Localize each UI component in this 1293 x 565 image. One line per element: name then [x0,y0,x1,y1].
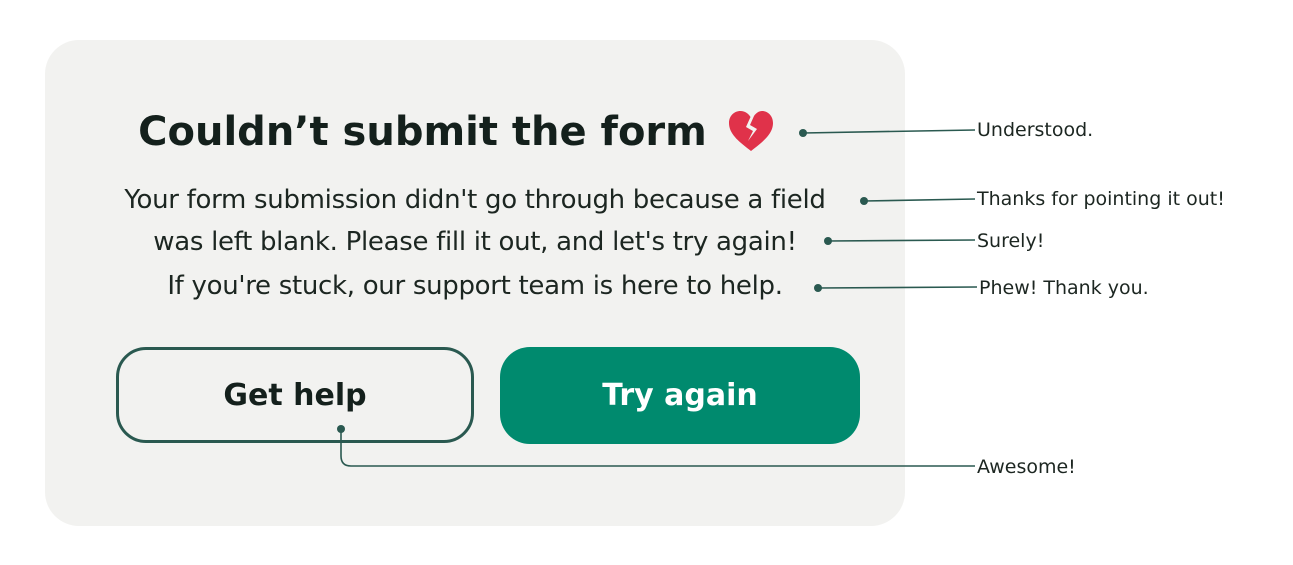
leader-line-title [802,129,976,134]
leader-line-body-1 [863,198,976,202]
annotation-thanks: Thanks for pointing it out! [977,188,1225,210]
annotation-phew: Phew! Thank you. [979,277,1149,299]
leader-line-body-3 [817,286,978,289]
leader-dot-body-3 [814,284,822,292]
annotation-understood: Understood. [977,119,1094,141]
leader-line-body-2 [827,239,976,242]
annotation-awesome: Awesome! [977,456,1076,478]
leader-line-button [340,429,975,467]
leader-dot-body-1 [860,197,868,205]
leader-dot-title [799,129,807,137]
leader-dot-body-2 [824,237,832,245]
leader-dot-button [337,425,345,433]
annotation-surely: Surely! [977,230,1045,252]
